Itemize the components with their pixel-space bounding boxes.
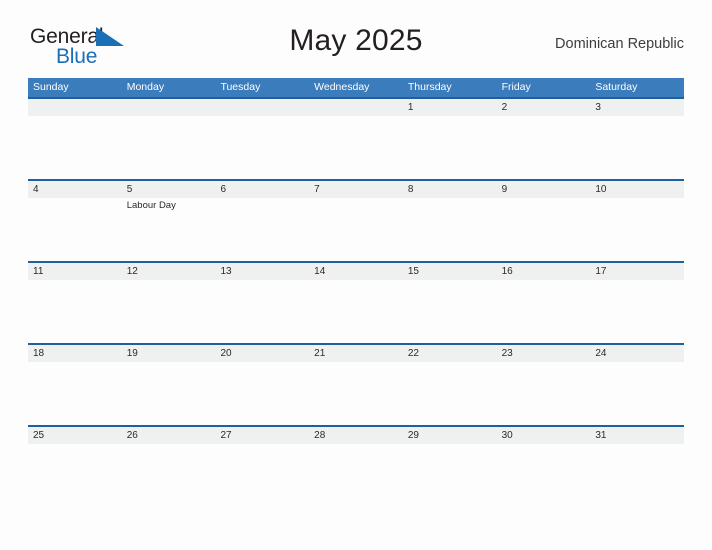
day-events[interactable]: [497, 444, 591, 507]
day-number[interactable]: 10: [590, 181, 684, 198]
day-events[interactable]: [122, 362, 216, 425]
weekday-header-friday: Friday: [501, 81, 531, 93]
day-number[interactable]: 20: [215, 345, 309, 362]
day-number[interactable]: 18: [28, 345, 122, 362]
day-events[interactable]: [215, 362, 309, 425]
day-number[interactable]: 3: [590, 99, 684, 116]
day-events[interactable]: [215, 444, 309, 507]
week-date-strip: 11 12 13 14 15 16 17: [28, 263, 684, 280]
calendar-grid: Sunday Monday Tuesday Wednesday Thursday…: [28, 78, 684, 507]
day-events[interactable]: Labour Day: [122, 198, 216, 261]
day-number[interactable]: [28, 99, 122, 116]
day-number[interactable]: 2: [497, 99, 591, 116]
day-number[interactable]: 25: [28, 427, 122, 444]
day-events[interactable]: [215, 116, 309, 179]
day-events[interactable]: [403, 362, 497, 425]
calendar-page: General Blue May 2025 Dominican Republic…: [0, 0, 712, 550]
week-event-strip: [28, 116, 684, 179]
day-events[interactable]: [309, 280, 403, 343]
day-number[interactable]: 27: [215, 427, 309, 444]
day-events[interactable]: [122, 444, 216, 507]
day-events[interactable]: [309, 444, 403, 507]
page-header: General Blue May 2025 Dominican Republic: [28, 24, 684, 70]
day-events[interactable]: [590, 444, 684, 507]
week-event-strip: [28, 280, 684, 343]
day-number[interactable]: 30: [497, 427, 591, 444]
day-events[interactable]: [28, 362, 122, 425]
day-number[interactable]: 26: [122, 427, 216, 444]
day-number[interactable]: 23: [497, 345, 591, 362]
day-number[interactable]: 21: [309, 345, 403, 362]
week-row: 25 26 27 28 29 30 31: [28, 425, 684, 507]
day-number[interactable]: 8: [403, 181, 497, 198]
week-row: 1 2 3: [28, 97, 684, 179]
day-number[interactable]: [309, 99, 403, 116]
day-events[interactable]: [403, 116, 497, 179]
day-number[interactable]: 12: [122, 263, 216, 280]
day-number[interactable]: 6: [215, 181, 309, 198]
day-number[interactable]: 29: [403, 427, 497, 444]
week-row: 11 12 13 14 15 16 17: [28, 261, 684, 343]
week-event-strip: [28, 362, 684, 425]
day-number[interactable]: 13: [215, 263, 309, 280]
day-number[interactable]: 11: [28, 263, 122, 280]
week-date-strip: 4 5 6 7 8 9 10: [28, 181, 684, 198]
day-events[interactable]: [590, 362, 684, 425]
day-events[interactable]: [497, 198, 591, 261]
day-events[interactable]: [309, 116, 403, 179]
day-number[interactable]: 19: [122, 345, 216, 362]
event-label: Labour Day: [126, 200, 176, 211]
week-event-strip: Labour Day: [28, 198, 684, 261]
weekday-header-saturday: Saturday: [595, 81, 638, 93]
day-number[interactable]: 31: [590, 427, 684, 444]
day-events[interactable]: [403, 280, 497, 343]
day-events[interactable]: [590, 198, 684, 261]
day-events[interactable]: [309, 198, 403, 261]
day-events[interactable]: [403, 444, 497, 507]
day-number[interactable]: 4: [28, 181, 122, 198]
day-number[interactable]: 14: [309, 263, 403, 280]
day-events[interactable]: [497, 362, 591, 425]
week-date-strip: 1 2 3: [28, 99, 684, 116]
weekday-header-thursday: Thursday: [407, 81, 452, 93]
week-row: 4 5 6 7 8 9 10 Labour Day: [28, 179, 684, 261]
day-events[interactable]: [122, 280, 216, 343]
day-events[interactable]: [403, 198, 497, 261]
day-events[interactable]: [497, 116, 591, 179]
day-number[interactable]: 9: [497, 181, 591, 198]
day-number[interactable]: 15: [403, 263, 497, 280]
week-date-strip: 25 26 27 28 29 30 31: [28, 427, 684, 444]
day-number[interactable]: 24: [590, 345, 684, 362]
day-events[interactable]: [590, 280, 684, 343]
day-events[interactable]: [28, 116, 122, 179]
weekday-header-sunday: Sunday: [33, 81, 69, 93]
week-event-strip: [28, 444, 684, 507]
day-number[interactable]: [215, 99, 309, 116]
week-row: 18 19 20 21 22 23 24: [28, 343, 684, 425]
day-number[interactable]: 7: [309, 181, 403, 198]
week-date-strip: 18 19 20 21 22 23 24: [28, 345, 684, 362]
day-number[interactable]: [122, 99, 216, 116]
day-events[interactable]: [497, 280, 591, 343]
day-number[interactable]: 17: [590, 263, 684, 280]
day-events[interactable]: [309, 362, 403, 425]
day-number[interactable]: 5: [122, 181, 216, 198]
day-number[interactable]: 1: [403, 99, 497, 116]
weekday-header-row: Sunday Monday Tuesday Wednesday Thursday…: [28, 78, 684, 97]
day-number[interactable]: 28: [309, 427, 403, 444]
weekday-header-tuesday: Tuesday: [220, 81, 261, 93]
country-label: Dominican Republic: [555, 36, 684, 52]
day-events[interactable]: [590, 116, 684, 179]
day-events[interactable]: [28, 280, 122, 343]
day-number[interactable]: 16: [497, 263, 591, 280]
day-events[interactable]: [28, 444, 122, 507]
day-events[interactable]: [215, 280, 309, 343]
day-events[interactable]: [122, 116, 216, 179]
weekday-header-monday: Monday: [126, 81, 165, 93]
day-events[interactable]: [215, 198, 309, 261]
day-number[interactable]: 22: [403, 345, 497, 362]
weekday-header-wednesday: Wednesday: [314, 81, 370, 93]
day-events[interactable]: [28, 198, 122, 261]
